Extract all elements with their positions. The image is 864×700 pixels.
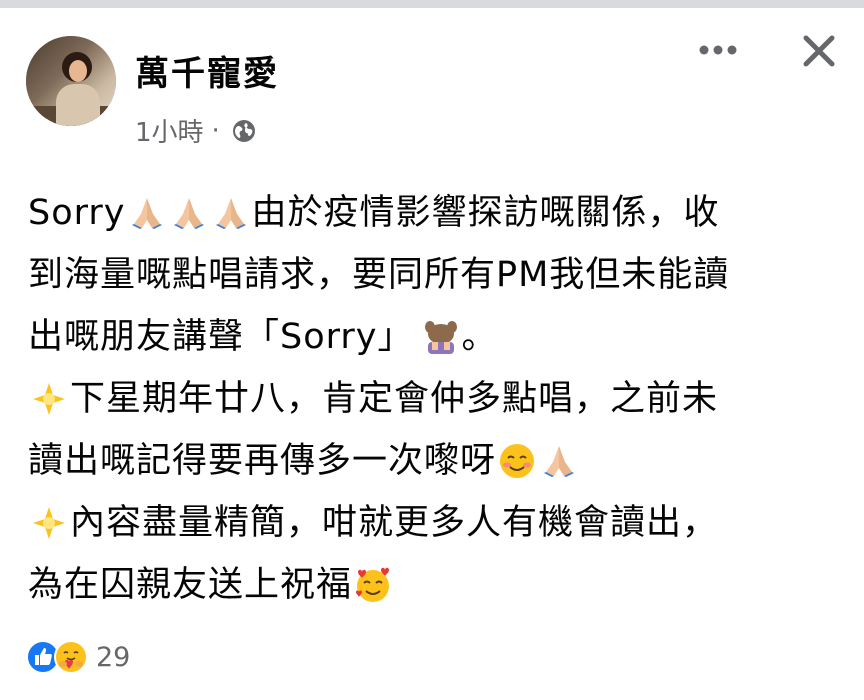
post-body: Sorry 由於疫情影響探訪嘅關係，收 到海量嘅點唱請求，要同所有PM我但未能讀… [28,182,838,616]
post-line-6: 內容盡量精簡，咁就更多人有機會讀出， [28,492,838,554]
post-text: 為在囚親友送上祝福 [28,565,353,605]
smiling-face-with-hearts-icon [354,566,392,604]
post-line-4: 下星期年廿八，肯定會仲多點唱，之前未 [28,368,838,430]
post-text: 到海量嘅點唱請求，要同所有PM我但未能讀 [28,255,730,295]
author-name[interactable]: 萬千寵愛 [135,46,279,95]
folded-hands-icon [212,194,250,232]
close-button[interactable] [796,28,842,74]
folded-hands-icon [170,194,208,232]
reactions-bar[interactable]: 29 [26,640,130,674]
post-text: 由於疫情影響探訪嘅關係，收 [251,193,720,233]
care-icon [54,640,88,674]
folded-hands-icon [540,442,578,480]
post-text: 下星期年廿八，肯定會仲多點唱，之前未 [70,379,719,419]
post-text: Sorry [28,193,126,233]
post-line-1: Sorry 由於疫情影響探訪嘅關係，收 [28,182,838,244]
smiling-face-icon [498,442,536,480]
post-text: 。 [461,317,498,357]
post-text: 讀出嘅記得要再傳多一次嚟呀 [28,441,497,481]
post-text: 出嘅朋友講聲「Sorry」 [28,317,414,357]
avatar[interactable] [26,36,116,126]
folded-hands-icon [128,194,166,232]
post-line-3: 出嘅朋友講聲「Sorry」 。 [28,306,838,368]
post-text: 內容盡量精簡，咁就更多人有機會讀出， [70,503,719,543]
glowing-star-icon [30,504,68,542]
top-strip [0,0,864,8]
separator: · [211,115,220,146]
post-line-5: 讀出嘅記得要再傳多一次嚟呀 [28,430,838,492]
glowing-star-icon [30,380,68,418]
globe-icon [232,119,255,142]
reaction-count[interactable]: 29 [96,642,130,673]
more-options-icon [699,45,737,55]
post-line-7: 為在囚親友送上祝福 [28,554,838,616]
more-options-button[interactable] [690,30,746,70]
close-icon [803,35,835,67]
post-line-2: 到海量嘅點唱請求，要同所有PM我但未能讀 [28,244,838,306]
bowing-person-icon [422,318,460,356]
post-time[interactable]: 1小時 [135,112,204,149]
post-meta: 1小時 · [135,112,256,149]
